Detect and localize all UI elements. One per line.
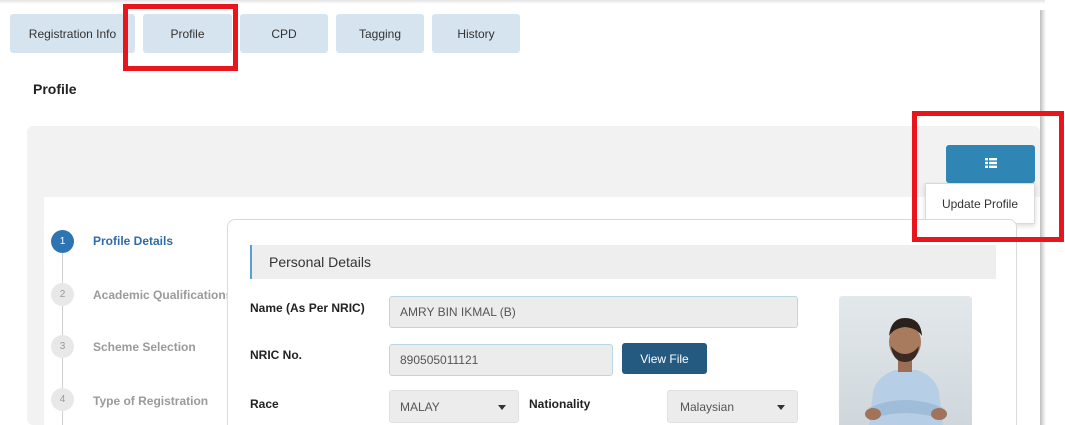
- chevron-down-icon: [498, 405, 506, 410]
- highlight-box-profile-tab: [123, 4, 238, 71]
- tab-cpd[interactable]: CPD: [240, 14, 328, 53]
- race-value: MALAY: [400, 399, 440, 414]
- step-label-scheme-selection[interactable]: Scheme Selection: [93, 340, 196, 354]
- step-connector: [62, 358, 63, 388]
- nationality-select[interactable]: Malaysian: [667, 390, 798, 423]
- highlight-box-update-profile: [912, 111, 1064, 242]
- section-header: Personal Details: [250, 245, 996, 279]
- step-number[interactable]: 1: [51, 230, 74, 253]
- step-label-profile-details[interactable]: Profile Details: [93, 234, 173, 248]
- profile-photo: [839, 296, 972, 425]
- step-number[interactable]: 3: [51, 335, 74, 358]
- step-connector: [62, 306, 63, 336]
- step-label-type-of-registration[interactable]: Type of Registration: [93, 394, 208, 408]
- race-select[interactable]: MALAY: [389, 390, 519, 423]
- step-connector: [62, 253, 63, 285]
- nric-label: NRIC No.: [250, 348, 302, 362]
- step-connector: [62, 410, 63, 425]
- tab-tagging[interactable]: Tagging: [336, 14, 424, 53]
- step-number[interactable]: 2: [51, 283, 74, 306]
- name-field[interactable]: AMRY BIN IKMAL (B): [389, 296, 798, 328]
- nationality-value: Malaysian: [680, 399, 735, 414]
- race-label: Race: [250, 397, 279, 411]
- chevron-down-icon: [777, 405, 785, 410]
- nric-field[interactable]: 890505011121: [389, 344, 613, 376]
- step-label-academic-qualifications[interactable]: Academic Qualifications: [93, 288, 232, 302]
- view-file-button[interactable]: View File: [622, 343, 707, 374]
- page-title: Profile: [33, 81, 77, 97]
- name-label: Name (As Per NRIC): [250, 301, 365, 315]
- step-number[interactable]: 4: [51, 388, 74, 411]
- tab-history[interactable]: History: [432, 14, 520, 53]
- tab-registration-info[interactable]: Registration Info: [10, 14, 135, 53]
- nationality-label: Nationality: [529, 397, 591, 411]
